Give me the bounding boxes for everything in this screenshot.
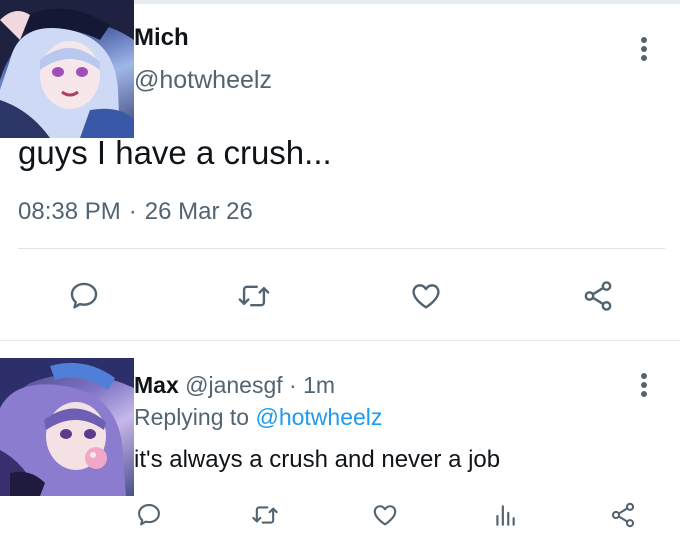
heart-icon (412, 284, 440, 309)
like-button[interactable] (406, 276, 446, 316)
retweet-icon (238, 285, 270, 307)
more-vertical-icon (641, 373, 647, 397)
author-handle[interactable]: @hotwheelz (134, 66, 272, 95)
tweet-text: guys I have a crush... (18, 134, 332, 171)
share-button[interactable] (578, 276, 618, 316)
reply-reply-button[interactable] (132, 498, 166, 532)
share-icon (584, 281, 612, 311)
analytics-icon (496, 505, 515, 526)
avatar[interactable] (0, 0, 134, 138)
divider (18, 248, 665, 249)
comment-icon (70, 282, 98, 309)
heart-icon (373, 505, 397, 526)
reply-age: 1m (303, 372, 336, 398)
reply-separator: · (289, 372, 297, 398)
replying-to-label: Replying to (134, 404, 250, 430)
reply-author-name[interactable]: Max (134, 372, 179, 398)
more-vertical-icon (641, 37, 647, 61)
meta-separator: · (128, 198, 137, 225)
replying-to: Replying to @hotwheelz (134, 404, 382, 431)
tweet-date: 26 Mar 26 (144, 198, 253, 225)
tweet-timestamp: 08:38 PM · 26 Mar 26 (18, 198, 253, 226)
reply-more-options-button[interactable] (632, 370, 656, 400)
comment-icon (138, 504, 160, 526)
more-options-button[interactable] (632, 34, 656, 64)
reply-share-button[interactable] (606, 498, 640, 532)
reply-header: Max @janesgf · 1m (134, 372, 335, 399)
avatar-image (0, 358, 134, 496)
share-icon (611, 502, 635, 528)
reply-author-handle[interactable]: @janesgf (185, 372, 283, 398)
retweet-icon (252, 506, 278, 524)
section-divider (0, 340, 680, 341)
author-name[interactable]: Mich (134, 24, 189, 52)
reply-avatar[interactable] (0, 358, 134, 496)
avatar-image (0, 0, 134, 138)
reply-retweet-button[interactable] (248, 498, 282, 532)
reply-like-button[interactable] (368, 498, 402, 532)
tweet-time: 08:38 PM (18, 198, 121, 225)
reply-text: it's always a crush and never a job (134, 446, 501, 473)
reply-analytics-button[interactable] (488, 498, 522, 532)
retweet-button[interactable] (234, 276, 274, 316)
replying-to-mention[interactable]: @hotwheelz (255, 404, 382, 430)
reply-button[interactable] (64, 276, 104, 316)
